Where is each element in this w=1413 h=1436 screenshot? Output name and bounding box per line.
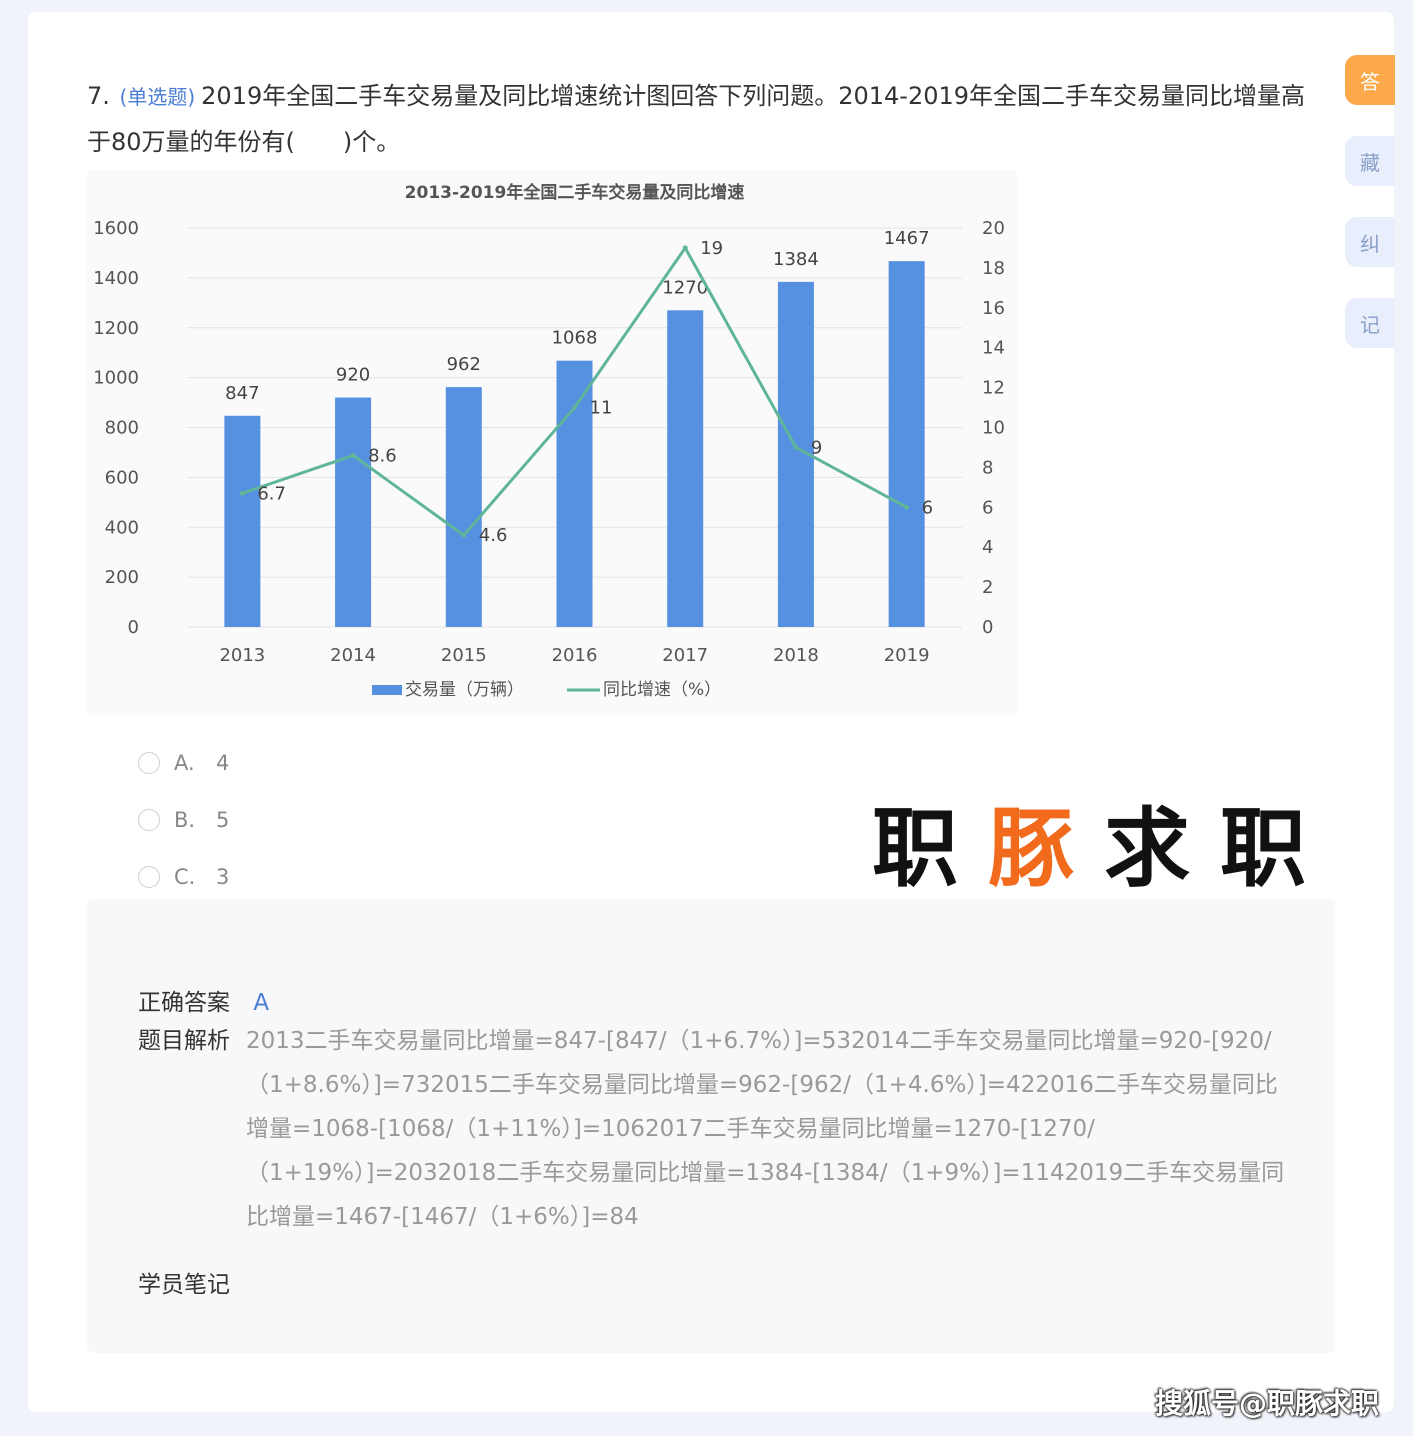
option-b[interactable]: B. 5 <box>138 791 229 848</box>
legend-bar-label: 交易量（万辆） <box>405 680 524 700</box>
y-right-tick-label: 20 <box>982 218 1005 239</box>
option-c-letter: C. <box>174 864 196 889</box>
bar-data-label: 920 <box>336 365 370 386</box>
y-left-tick-label: 1400 <box>93 268 139 289</box>
question-card: 7. (单选题) 2019年全国二手车交易量及同比增速统计图回答下列问题。2014… <box>28 12 1394 1412</box>
option-a-value: 4 <box>216 750 230 775</box>
line-point <box>239 490 245 496</box>
bar-data-label: 1270 <box>662 277 708 298</box>
x-tick-label: 2016 <box>552 645 598 666</box>
line-data-label: 4.6 <box>479 525 508 546</box>
radio-b[interactable] <box>138 808 160 831</box>
chart-image: 2013-2019年全国二手车交易量及同比增速 0 200 400 600 800 1000… <box>87 170 1017 715</box>
analysis-label: 题目解析 <box>138 1028 230 1054</box>
y-left-tick-label: 1600 <box>93 218 139 239</box>
y-right-tick-label: 0 <box>982 617 993 638</box>
line-data-label: 6 <box>922 497 933 518</box>
option-b-letter: B. <box>174 807 196 832</box>
brand-char-3: 求职 <box>1104 799 1336 899</box>
bar <box>667 310 704 627</box>
y-right-tick-label: 10 <box>982 418 1005 439</box>
bar-data-label: 1467 <box>884 228 930 249</box>
line-data-label: 11 <box>590 398 613 419</box>
bar <box>556 360 593 627</box>
option-c[interactable]: C. 3 <box>138 848 229 905</box>
brand-watermark: 职豚求职 <box>872 778 1336 903</box>
bar-data-label: 1068 <box>552 328 598 349</box>
y-right-tick-label: 4 <box>982 537 993 558</box>
notes-label[interactable]: 学员笔记 <box>138 1265 246 1299</box>
bar <box>224 415 261 627</box>
line-data-label: 9 <box>811 437 822 458</box>
y-left-tick-label: 1000 <box>93 368 139 389</box>
y-left-tick-label: 1200 <box>93 318 139 339</box>
radio-a[interactable] <box>138 751 160 774</box>
line-point <box>904 504 910 510</box>
line-point <box>793 444 799 450</box>
line-point <box>350 452 356 458</box>
line-data-label: 6.7 <box>257 483 286 504</box>
line-data-label: 8.6 <box>368 445 397 466</box>
x-tick-label: 2013 <box>219 645 265 666</box>
y-right-tick-label: 6 <box>982 497 993 518</box>
legend-bar-swatch <box>372 685 402 695</box>
legend-line-label: 同比增速（%） <box>603 680 721 700</box>
brand-char-1: 职 <box>872 799 988 899</box>
tab-correction[interactable]: 纠 <box>1345 217 1395 267</box>
options-list: A. 4 B. 5 C. 3 <box>138 734 229 905</box>
brand-char-2: 豚 <box>988 799 1104 899</box>
line-point <box>682 245 688 251</box>
bar-data-label: 1384 <box>773 249 819 270</box>
y-left-tick-label: 200 <box>105 567 139 588</box>
option-a[interactable]: A. 4 <box>138 734 229 791</box>
option-b-value: 5 <box>216 807 230 832</box>
correct-answer-value: A <box>253 990 270 1016</box>
notes-row: 学员笔记 <box>138 1265 246 1299</box>
y-left-tick-label: 0 <box>128 617 139 638</box>
y-left-tick-label: 800 <box>105 418 139 439</box>
y-right-tick-label: 12 <box>982 378 1005 399</box>
option-c-value: 3 <box>216 864 230 889</box>
y-right-tick-label: 16 <box>982 298 1005 319</box>
x-tick-label: 2018 <box>773 645 819 666</box>
chart-title: 2013-2019年全国二手车交易量及同比增速 <box>405 182 745 203</box>
tab-notes[interactable]: 记 <box>1345 298 1395 348</box>
analysis-row: 题目解析 2013二手车交易量同比增量=847-[847/（1+6.7%）]=5… <box>138 1019 1298 1239</box>
tab-favorite[interactable]: 藏 <box>1345 136 1395 186</box>
option-a-letter: A. <box>174 750 195 775</box>
answer-panel: 正确答案 A 题目解析 2013二手车交易量同比增量=847-[847/（1+6… <box>87 899 1335 1353</box>
question-number: 7. <box>87 82 110 110</box>
question-text: 2019年全国二手车交易量及同比增速统计图回答下列问题。2014-2019年全国… <box>87 82 1306 156</box>
y-left-tick-label: 400 <box>105 517 139 538</box>
line-point <box>572 405 577 411</box>
correct-answer-row: 正确答案 A <box>138 983 269 1017</box>
x-tick-label: 2014 <box>330 645 376 666</box>
bar-data-label: 847 <box>225 383 259 404</box>
radio-c[interactable] <box>138 865 160 888</box>
tab-answer[interactable]: 答 <box>1345 55 1395 105</box>
y-right-tick-label: 2 <box>982 577 993 598</box>
question-stem: 7. (单选题) 2019年全国二手车交易量及同比增速统计图回答下列问题。2014… <box>87 74 1327 165</box>
bar <box>445 387 482 627</box>
bar <box>335 397 372 627</box>
question-type: (单选题) <box>119 85 196 109</box>
y-right-tick-label: 18 <box>982 258 1005 279</box>
x-tick-label: 2015 <box>441 645 487 666</box>
trade-volume-chart: 2013-2019年全国二手车交易量及同比增速02004006008001000… <box>93 182 1005 700</box>
correct-answer-label: 正确答案 <box>138 990 230 1016</box>
y-left-tick-label: 600 <box>105 467 139 488</box>
y-right-tick-label: 8 <box>982 457 993 478</box>
bar-data-label: 962 <box>447 354 481 375</box>
y-right-tick-label: 14 <box>982 338 1005 359</box>
analysis-text: 2013二手车交易量同比增量=847-[847/（1+6.7%）]=532014… <box>246 1028 1285 1230</box>
bar <box>888 261 925 627</box>
side-tabs: 答 藏 纠 记 <box>1345 55 1395 379</box>
line-point <box>461 532 467 538</box>
x-tick-label: 2017 <box>662 645 708 666</box>
x-tick-label: 2019 <box>884 645 930 666</box>
footer-watermark: 搜狐号@职豚求职 <box>1154 1387 1379 1420</box>
line-data-label: 19 <box>700 238 723 259</box>
